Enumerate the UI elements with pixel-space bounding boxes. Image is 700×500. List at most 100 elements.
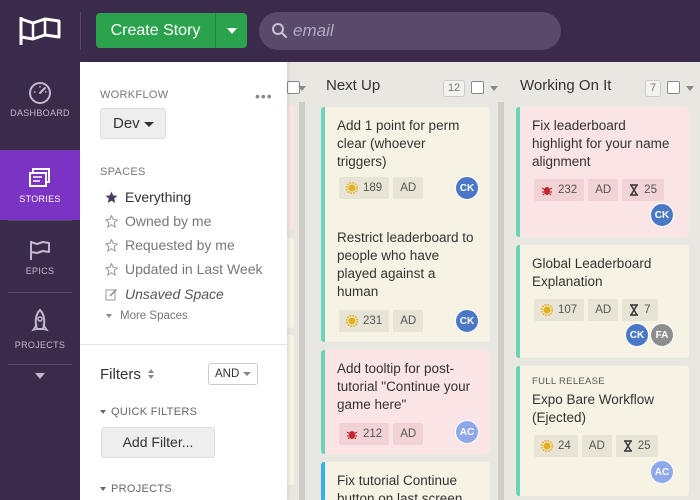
- space-updated-last-week[interactable]: Updated in Last Week: [105, 261, 263, 277]
- column-menu-chevron-icon[interactable]: [490, 86, 498, 91]
- search-box[interactable]: [259, 12, 561, 50]
- star-outline-icon: [105, 262, 118, 276]
- estimate-value: 7: [644, 304, 651, 316]
- space-owned-by-me[interactable]: Owned by me: [105, 213, 211, 229]
- sort-icon[interactable]: [147, 368, 155, 380]
- story-id-chip: 232: [534, 179, 585, 201]
- owner-chip: AD: [588, 299, 619, 321]
- avatar[interactable]: CK: [455, 176, 479, 200]
- story-card[interactable]: Restrict leaderboard to people who have …: [321, 219, 490, 342]
- scrollbar[interactable]: [498, 102, 504, 500]
- owner-chip: AD: [393, 310, 424, 332]
- story-id-chip: 231: [339, 310, 390, 332]
- projects-filter-toggle[interactable]: PROJECTS: [100, 483, 172, 495]
- story-card[interactable]: Fix tutorial Continue button on last scr…: [321, 462, 490, 500]
- nav-more-chevron-icon[interactable]: [35, 373, 45, 379]
- search-input[interactable]: [293, 12, 548, 50]
- column-next-up: Next Up 12 Add 1 point for perm clear (w…: [310, 62, 505, 500]
- stories-icon: [29, 168, 50, 187]
- more-spaces-toggle[interactable]: More Spaces: [106, 310, 188, 322]
- create-story-button[interactable]: Create Story: [96, 13, 215, 48]
- quick-filters-toggle[interactable]: QUICK FILTERS: [100, 406, 197, 418]
- space-requested-by-me[interactable]: Requested by me: [105, 237, 235, 253]
- space-everything[interactable]: Everything: [105, 189, 191, 205]
- story-id-chip: 24: [534, 435, 578, 457]
- story-id: 231: [363, 315, 383, 327]
- feature-gear-icon: [541, 440, 553, 452]
- bug-icon: [541, 187, 553, 196]
- column-menu-chevron-icon[interactable]: [298, 86, 306, 91]
- nav-label-projects: PROJECTS: [14, 340, 66, 350]
- add-filter-button[interactable]: Add Filter...: [101, 427, 215, 458]
- left-nav: DASHBOARD STORIES EPICS PROJECTS: [0, 62, 80, 500]
- story-count-badge: 7: [645, 80, 661, 97]
- story-title[interactable]: Add 1 point for perm clear (whoever trig…: [337, 117, 478, 171]
- owner-chip: AD: [393, 177, 424, 199]
- story-card[interactable]: Global Leaderboard Explanation 107 AD 7 …: [516, 245, 689, 358]
- story-title[interactable]: Add tooltip for post-tutorial "Continue …: [337, 360, 478, 414]
- workflow-select[interactable]: Dev: [100, 108, 166, 139]
- quick-filters-label: QUICK FILTERS: [111, 406, 198, 418]
- story-title[interactable]: Fix tutorial Continue button on last scr…: [337, 472, 478, 500]
- owner-chip: AD: [581, 435, 612, 457]
- nav-label-stories: STORIES: [19, 194, 61, 204]
- star-outline-icon: [105, 214, 118, 228]
- epic-label[interactable]: FULL RELEASE: [532, 376, 677, 387]
- scrollbar[interactable]: [299, 102, 305, 500]
- story-id-chip: 212: [339, 423, 390, 445]
- nav-separator: [8, 292, 72, 293]
- nav-label-dashboard: DASHBOARD: [10, 108, 70, 118]
- estimate-chip: 25: [622, 179, 664, 201]
- bug-icon: [346, 431, 358, 440]
- column-select-checkbox[interactable]: [667, 81, 680, 94]
- projects-filter-label: PROJECTS: [111, 483, 173, 495]
- nav-separator: [8, 364, 72, 365]
- hourglass-icon: [630, 304, 639, 316]
- more-spaces-label: More Spaces: [120, 310, 188, 322]
- estimate-value: 25: [637, 440, 651, 452]
- space-label: Owned by me: [125, 213, 212, 229]
- story-title[interactable]: Restrict leaderboard to people who have …: [337, 229, 478, 301]
- create-dropdown-button[interactable]: [215, 13, 247, 48]
- avatar[interactable]: FA: [650, 323, 674, 347]
- flag-icon: [30, 241, 50, 260]
- more-options-icon[interactable]: •••: [255, 88, 273, 104]
- estimate-value: 25: [644, 184, 657, 196]
- avatar[interactable]: AC: [455, 420, 479, 444]
- column-title: Working On It: [520, 77, 612, 94]
- chevron-down-icon: [100, 410, 106, 415]
- top-bar: Create Story: [0, 0, 700, 62]
- story-id: 232: [558, 184, 578, 196]
- avatar[interactable]: CK: [650, 203, 674, 227]
- story-title[interactable]: Global Leaderboard Explanation: [532, 255, 677, 291]
- estimate-chip: 25: [615, 435, 658, 457]
- estimate-chip: 7: [622, 299, 658, 321]
- story-title[interactable]: Fix leaderboard highlight for your name …: [532, 117, 677, 171]
- story-id: 212: [363, 428, 383, 440]
- nav-item-dashboard[interactable]: DASHBOARD: [0, 80, 80, 150]
- story-card[interactable]: FULL RELEASE Expo Bare Workflow (Ejected…: [516, 366, 689, 496]
- story-id-chip: 189: [339, 177, 390, 199]
- filter-logic-select[interactable]: AND: [208, 363, 258, 385]
- feature-gear-icon: [346, 315, 358, 327]
- avatar[interactable]: CK: [625, 323, 649, 347]
- pencil-edit-icon: [105, 288, 118, 300]
- workflow-label: WORKFLOW: [100, 89, 169, 101]
- story-card[interactable]: Add tooltip for post-tutorial "Continue …: [321, 350, 490, 454]
- space-label: Everything: [125, 189, 192, 205]
- nav-label-epics: EPICS: [25, 266, 55, 276]
- nav-item-stories[interactable]: STORIES: [0, 150, 80, 220]
- story-title[interactable]: Expo Bare Workflow (Ejected): [532, 391, 677, 427]
- logo-flag-icon[interactable]: [17, 13, 63, 49]
- owner-chip: AD: [393, 423, 424, 445]
- story-card[interactable]: Fix leaderboard highlight for your name …: [516, 107, 689, 237]
- column-menu-chevron-icon[interactable]: [686, 86, 694, 91]
- nav-item-projects[interactable]: PROJECTS: [0, 308, 80, 378]
- nav-item-epics[interactable]: EPICS: [0, 238, 80, 308]
- avatar[interactable]: AC: [650, 460, 674, 484]
- story-id: 24: [558, 440, 571, 452]
- chevron-down-icon: [106, 313, 112, 318]
- column-select-checkbox[interactable]: [471, 81, 484, 94]
- space-unsaved[interactable]: Unsaved Space: [105, 286, 224, 302]
- avatar[interactable]: CK: [455, 309, 479, 333]
